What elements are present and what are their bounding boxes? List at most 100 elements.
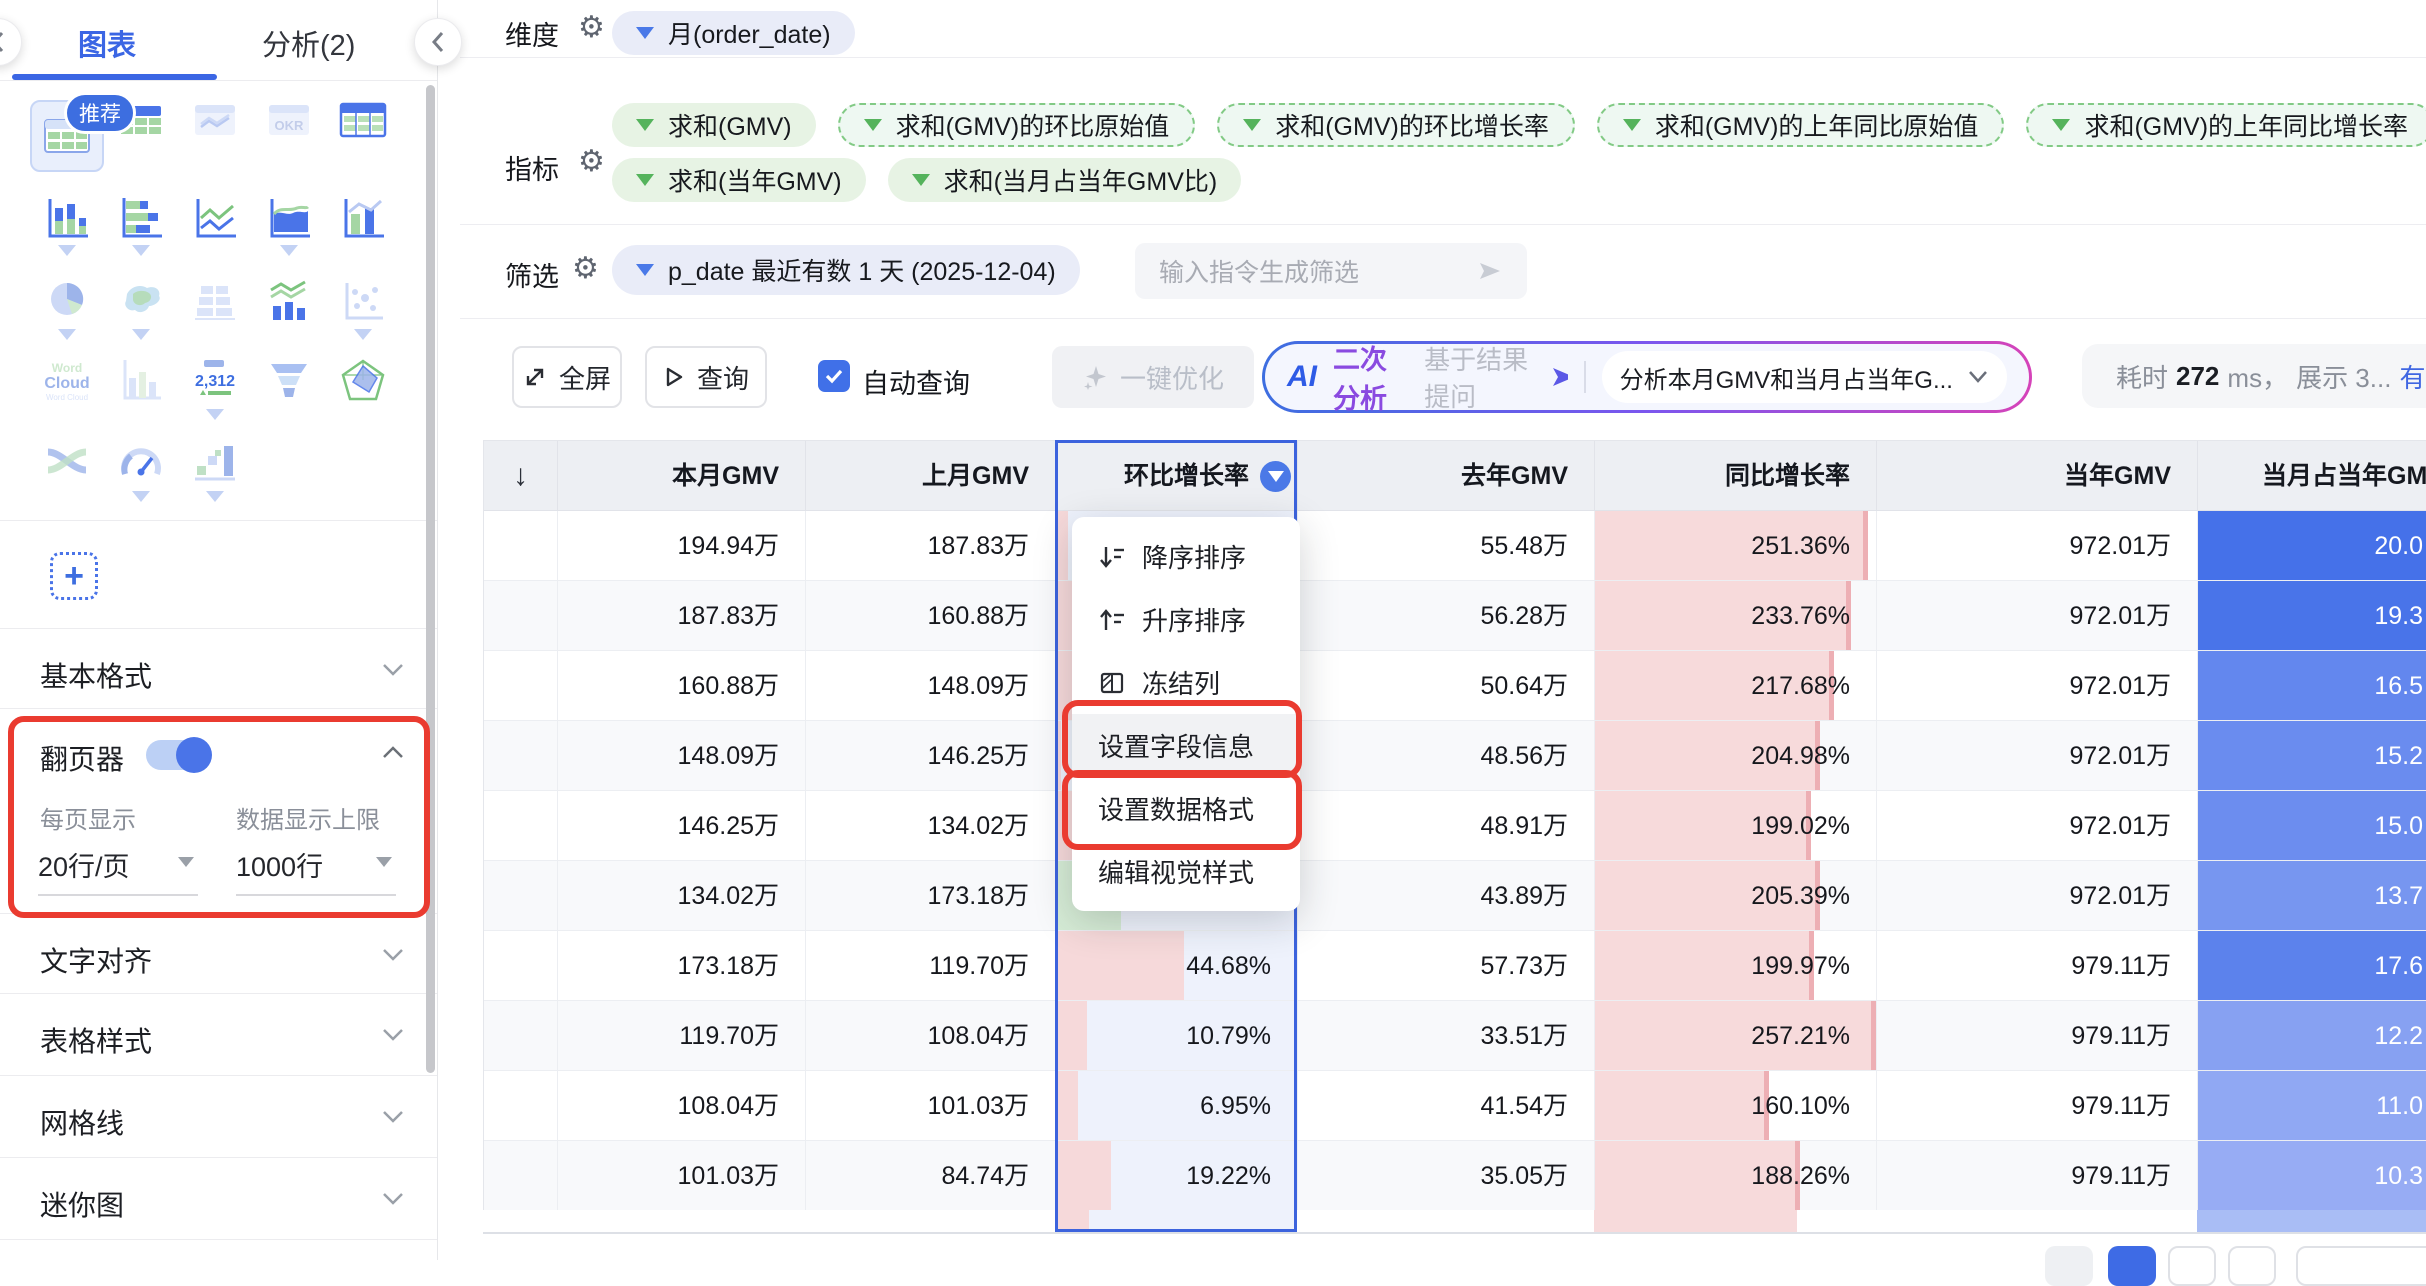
pagination-prev-button[interactable]	[2045, 1246, 2093, 1286]
divider	[0, 913, 437, 914]
chart-type-horizontal-bar-chart[interactable]	[104, 196, 178, 256]
chevron-down-icon[interactable]	[380, 1191, 406, 1207]
per-page-select[interactable]: 20行/页	[38, 845, 198, 896]
chart-type-area-chart[interactable]	[252, 196, 326, 256]
auto-query-label[interactable]: 自动查询	[862, 362, 970, 401]
metric-pill[interactable]: 求和(GMV)的上年同比原始值	[1596, 103, 2005, 147]
dimension-pill[interactable]: 月(order_date)	[612, 11, 855, 55]
chart-type-bar-chart-faded[interactable]	[104, 358, 178, 420]
query-button[interactable]: 查询	[645, 346, 767, 408]
menu-item-data-format[interactable]: 设置数据格式	[1072, 777, 1300, 840]
chart-type-data-table[interactable]	[326, 100, 400, 172]
pagination-jump-button[interactable]	[2296, 1246, 2426, 1286]
column-header[interactable]: 去年GMV	[1298, 441, 1595, 511]
gear-icon[interactable]: ⚙	[578, 144, 605, 179]
metric-pill[interactable]: 求和(GMV)的环比增长率	[1217, 103, 1575, 147]
section-text-align[interactable]: 文字对齐	[40, 940, 152, 980]
sort-indicator-column[interactable]: ↓	[484, 441, 558, 511]
section-table-style[interactable]: 表格样式	[40, 1020, 152, 1060]
metric-pill[interactable]: 求和(当月占当年GMV比)	[887, 158, 1242, 202]
filter-pills: p_date 最近有数 1 天 (2025-12-04)	[612, 245, 1080, 295]
chevron-down-icon[interactable]	[132, 491, 150, 502]
metric-pill[interactable]: 求和(GMV)的上年同比增长率	[2026, 103, 2426, 147]
menu-item-sort-asc[interactable]: 升序排序	[1072, 588, 1300, 651]
section-pager[interactable]: 翻页器	[40, 738, 124, 778]
add-chart-button[interactable]: +	[50, 552, 98, 600]
filter-command-input[interactable]: 输入指令生成筛选	[1135, 243, 1527, 299]
section-basic-format[interactable]: 基本格式	[40, 655, 152, 695]
chart-type-combo-chart[interactable]	[326, 196, 400, 256]
chart-type-trend-card[interactable]	[178, 100, 252, 172]
fullscreen-button[interactable]: 全屏	[512, 346, 622, 408]
gear-icon[interactable]: ⚙	[572, 251, 599, 286]
chevron-down-icon[interactable]	[280, 245, 298, 256]
chevron-down-icon[interactable]	[380, 947, 406, 963]
chart-type-bar-chart[interactable]	[30, 196, 104, 256]
chevron-down-icon[interactable]	[354, 329, 372, 340]
chevron-down-icon[interactable]	[58, 245, 76, 256]
menu-item-visual-style[interactable]: 编辑视觉样式	[1072, 840, 1300, 903]
metric-pill[interactable]: 求和(当年GMV)	[612, 158, 866, 202]
chart-type-china-map[interactable]	[104, 280, 178, 340]
chevron-down-icon[interactable]	[132, 245, 150, 256]
sidebar-scrollbar[interactable]	[426, 85, 435, 1073]
divider	[0, 520, 437, 521]
ai-suggested-question[interactable]: 分析本月GMV和当月占当年G...	[1601, 351, 2007, 403]
metric-pill[interactable]: 求和(GMV)	[612, 103, 816, 147]
chevron-up-icon[interactable]	[380, 744, 406, 760]
tab-analysis[interactable]: 分析(2)	[262, 22, 355, 64]
word-cloud-icon: WordCloudWord Cloud	[44, 361, 89, 402]
chevron-down-icon[interactable]	[206, 409, 224, 420]
section-grid-line[interactable]: 网格线	[40, 1102, 124, 1142]
stat-display: 展示 3...	[2296, 362, 2392, 393]
triangle-down-icon	[636, 264, 654, 276]
chevron-down-icon[interactable]	[380, 662, 406, 678]
chevron-down-icon[interactable]	[132, 329, 150, 340]
chart-type-sankey-chart[interactable]	[30, 442, 104, 502]
menu-item-sort-desc[interactable]: 降序排序	[1072, 525, 1300, 588]
chart-type-trend-bar-chart[interactable]	[252, 280, 326, 340]
menu-item-freeze-column[interactable]: 冻结列	[1072, 651, 1300, 714]
chevron-down-icon[interactable]	[206, 491, 224, 502]
chart-type-scatter-chart[interactable]	[326, 280, 400, 340]
tab-charts[interactable]: 图表	[78, 22, 136, 64]
pager-toggle[interactable]	[146, 737, 212, 773]
chart-type-kpi-card[interactable]: 2,312	[178, 358, 252, 420]
chevron-down-icon[interactable]	[58, 329, 76, 340]
column-header[interactable]: 当月占当年GM	[2198, 441, 2426, 511]
auto-query-checkbox[interactable]	[818, 360, 850, 392]
chart-type-gauge-chart[interactable]	[104, 442, 178, 502]
pagination-page-3-button[interactable]	[2228, 1246, 2276, 1286]
fullscreen-icon	[526, 368, 544, 386]
data-limit-select[interactable]: 1000行	[236, 845, 396, 896]
pagination-page-1-button[interactable]	[2108, 1246, 2156, 1286]
chevron-down-icon[interactable]	[380, 1109, 406, 1125]
column-header-selected[interactable]: 环比增长率	[1056, 441, 1298, 511]
gear-icon[interactable]: ⚙	[578, 10, 605, 45]
send-arrow-icon[interactable]	[1477, 259, 1503, 283]
chart-type-pie-chart[interactable]	[30, 280, 104, 340]
column-header[interactable]: 当年GMV	[1877, 441, 2198, 511]
ai-question-placeholder[interactable]: 基于结果提问	[1424, 340, 1533, 414]
chart-type-funnel-chart[interactable]	[252, 358, 326, 420]
column-header[interactable]: 同比增长率	[1595, 441, 1877, 511]
column-header[interactable]: 本月GMV	[558, 441, 806, 511]
chart-type-radar-chart[interactable]	[326, 358, 400, 420]
section-mini-chart[interactable]: 迷你图	[40, 1184, 124, 1224]
filter-pill[interactable]: p_date 最近有数 1 天 (2025-12-04)	[612, 245, 1080, 295]
column-menu-badge[interactable]	[1260, 461, 1291, 492]
ai-send-arrow-icon[interactable]	[1549, 365, 1569, 389]
pagination-page-2-button[interactable]	[2168, 1246, 2216, 1286]
menu-item-field-info[interactable]: 设置字段信息	[1072, 714, 1300, 777]
column-header[interactable]: 上月GMV	[806, 441, 1056, 511]
chart-type-okr-card[interactable]: OKR	[252, 100, 326, 172]
chart-type-line-chart[interactable]	[178, 196, 252, 256]
chevron-down-icon[interactable]	[380, 1027, 406, 1043]
chevron-down-icon[interactable]	[1967, 369, 1989, 385]
metric-pill[interactable]: 求和(GMV)的环比原始值	[837, 103, 1196, 147]
chart-type-waterfall-chart[interactable]	[178, 442, 252, 502]
chart-type-matrix-table[interactable]	[178, 280, 252, 340]
stat-link[interactable]: 有	[2399, 358, 2425, 395]
chart-type-word-cloud[interactable]: Word Cloud Word Cloud	[30, 358, 104, 420]
collapse-sidebar-button[interactable]	[414, 18, 462, 66]
